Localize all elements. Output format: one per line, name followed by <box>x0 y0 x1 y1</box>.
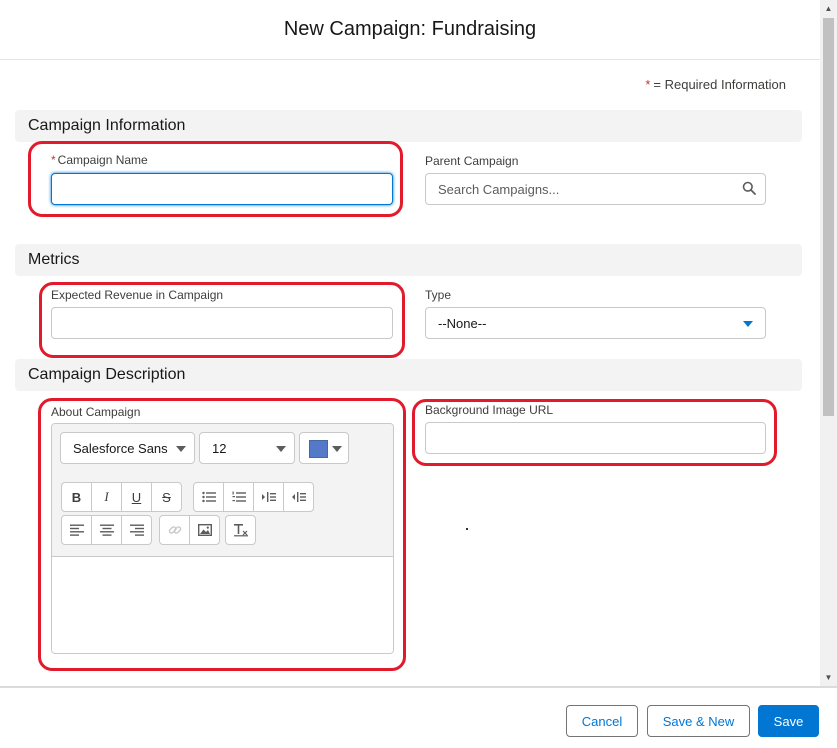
align-right-button[interactable] <box>121 515 152 545</box>
chevron-down-icon <box>743 321 753 327</box>
align-center-button[interactable] <box>91 515 122 545</box>
align-left-button[interactable] <box>61 515 92 545</box>
bulleted-list-icon <box>201 491 216 503</box>
about-campaign-rich-text-editor: Salesforce Sans 12 B I U S <box>51 423 394 654</box>
align-center-icon <box>99 524 114 536</box>
about-campaign-text-area[interactable] <box>52 557 393 653</box>
clear-formatting-icon <box>233 524 248 537</box>
modal-body: * = Required Information Campaign Informa… <box>0 60 820 686</box>
scrollbar-thumb[interactable] <box>823 18 834 416</box>
background-image-url-input[interactable] <box>425 422 766 454</box>
parent-campaign-lookup <box>425 173 766 205</box>
text-color-swatch <box>309 440 328 458</box>
bulleted-list-button[interactable] <box>193 482 224 512</box>
scroll-up-arrow-icon[interactable]: ▲ <box>820 0 837 17</box>
align-right-icon <box>129 524 144 536</box>
section-metrics[interactable]: Metrics <box>15 244 802 276</box>
text-color-picker[interactable] <box>299 432 349 464</box>
outdent-button[interactable] <box>283 482 314 512</box>
format-button-group: B I U S <box>61 482 182 512</box>
type-selected-value: --None-- <box>438 315 487 331</box>
parent-campaign-label: Parent Campaign <box>425 154 519 168</box>
campaign-name-input[interactable] <box>51 173 393 205</box>
insert-button-group <box>159 515 220 545</box>
numbered-list-icon <box>232 491 246 502</box>
chevron-down-icon <box>276 446 286 452</box>
chevron-down-icon <box>332 446 342 452</box>
about-campaign-label: About Campaign <box>51 405 141 419</box>
clear-formatting-button[interactable] <box>225 515 256 545</box>
font-family-select[interactable]: Salesforce Sans <box>60 432 195 464</box>
section-campaign-description[interactable]: Campaign Description <box>15 359 802 391</box>
vertical-scrollbar[interactable]: ▲ ▼ <box>820 0 837 686</box>
insert-image-button[interactable] <box>189 515 220 545</box>
italic-button[interactable]: I <box>91 482 122 512</box>
parent-campaign-search-input[interactable] <box>425 173 766 205</box>
background-image-url-label: Background Image URL <box>425 403 554 417</box>
type-label: Type <box>425 288 452 302</box>
type-select[interactable]: --None-- <box>425 307 766 339</box>
chevron-down-icon <box>176 446 186 452</box>
image-icon <box>197 524 212 536</box>
align-left-icon <box>69 524 84 536</box>
save-button[interactable]: Save <box>758 705 819 737</box>
list-button-group <box>193 482 314 512</box>
required-information-note: * = Required Information <box>645 77 786 92</box>
indent-icon <box>261 492 276 502</box>
campaign-name-label: * Campaign Name <box>51 153 148 167</box>
scroll-down-arrow-icon[interactable]: ▼ <box>820 669 837 686</box>
indent-button[interactable] <box>253 482 284 512</box>
required-information-text: = Required Information <box>653 77 786 92</box>
expected-revenue-input[interactable] <box>51 307 393 339</box>
outdent-icon <box>291 492 306 502</box>
expected-revenue-label: Expected Revenue in Campaign <box>51 288 224 302</box>
campaign-name-label-text: Campaign Name <box>57 153 148 167</box>
required-star: * <box>645 77 651 92</box>
modal-header: New Campaign: Fundraising <box>0 0 820 60</box>
font-family-value: Salesforce Sans <box>73 440 168 456</box>
search-icon <box>742 181 756 195</box>
align-button-group <box>61 515 152 545</box>
rich-text-toolbar: Salesforce Sans 12 B I U S <box>52 424 393 557</box>
link-icon <box>168 526 181 534</box>
clear-format-button-group <box>225 515 256 545</box>
numbered-list-button[interactable] <box>223 482 254 512</box>
modal-footer: Cancel Save & New Save <box>0 686 837 748</box>
cancel-button[interactable]: Cancel <box>566 705 638 737</box>
bold-button[interactable]: B <box>61 482 92 512</box>
modal-title: New Campaign: Fundraising <box>283 18 537 40</box>
insert-link-button[interactable] <box>159 515 190 545</box>
save-and-new-button[interactable]: Save & New <box>647 705 750 737</box>
stray-dot <box>466 528 468 530</box>
underline-button[interactable]: U <box>121 482 152 512</box>
font-size-select[interactable]: 12 <box>199 432 295 464</box>
font-size-value: 12 <box>212 440 227 456</box>
required-star: * <box>51 153 56 167</box>
strikethrough-button[interactable]: S <box>151 482 182 512</box>
section-campaign-information[interactable]: Campaign Information <box>15 110 802 142</box>
